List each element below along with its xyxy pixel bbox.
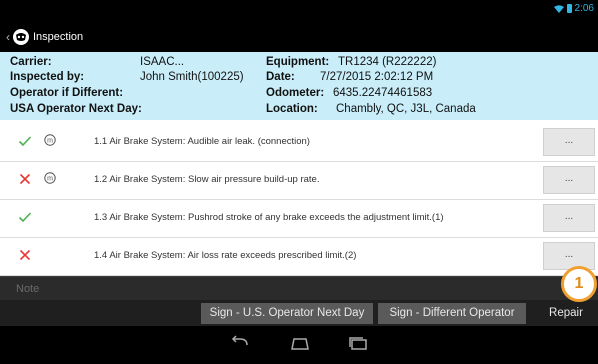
action-bar[interactable]: ‹ Inspection [0, 22, 598, 52]
note-placeholder: Note [16, 283, 40, 295]
step-number-badge: 1 [561, 266, 597, 302]
location-label: Location: [266, 103, 318, 115]
major-defect-icon: m [44, 134, 56, 146]
equipment-value: TR1234 (R222222) [338, 56, 437, 68]
item-description: 1.2 Air Brake System: Slow air pressure … [94, 174, 320, 185]
equipment-label: Equipment: [266, 56, 330, 68]
note-field[interactable]: Note [0, 276, 598, 301]
check-icon [18, 136, 32, 147]
svg-text:m: m [47, 176, 53, 183]
date-value: 7/27/2015 2:02:12 PM [320, 71, 434, 83]
inspection-info-panel: Carrier: ISAAC... Inspected by: John Smi… [0, 52, 598, 120]
battery-icon [566, 4, 572, 13]
odometer-value: 6435.22474461583 [333, 87, 433, 99]
app-screen: 2:06 ‹ Inspection Carrier: ISAAC... Insp… [0, 0, 598, 364]
list-item[interactable]: 1.3 Air Brake System: Pushrod stroke of … [0, 200, 598, 238]
list-item[interactable]: m 1.1 Air Brake System: Audible air leak… [0, 124, 598, 162]
carrier-value: ISAAC... [140, 56, 185, 68]
home-icon[interactable] [289, 335, 311, 351]
action-buttons-bar: Sign - U.S. Operator Next Day Sign - Dif… [0, 300, 598, 326]
wifi-icon [553, 4, 564, 13]
item-more-button[interactable]: ... [543, 242, 595, 270]
recent-apps-icon[interactable] [347, 335, 369, 351]
item-description: 1.1 Air Brake System: Audible air leak. … [94, 136, 310, 147]
x-icon [19, 173, 31, 185]
item-more-button[interactable]: ... [543, 128, 595, 156]
item-description: 1.3 Air Brake System: Pushrod stroke of … [94, 212, 444, 223]
x-icon [19, 249, 31, 261]
usa-operator-label: USA Operator Next Day: [10, 103, 142, 115]
back-icon[interactable] [229, 335, 251, 351]
svg-text:m: m [47, 138, 53, 145]
page-title: Inspection [33, 31, 84, 43]
app-logo-icon[interactable] [12, 28, 30, 46]
date-label: Date: [266, 71, 295, 83]
sign-next-day-button[interactable]: Sign - U.S. Operator Next Day [201, 303, 373, 324]
back-caret-icon[interactable]: ‹ [6, 30, 10, 44]
list-item[interactable]: m 1.2 Air Brake System: Slow air pressur… [0, 162, 598, 200]
repair-button[interactable]: Repair [534, 303, 598, 324]
inspected-by-value: John Smith(100225) [140, 71, 244, 83]
carrier-label: Carrier: [10, 56, 52, 68]
status-icons: 2:06 [553, 3, 594, 14]
item-more-button[interactable]: ... [543, 166, 595, 194]
operator-different-label: Operator if Different: [10, 87, 124, 99]
status-bar: 2:06 [0, 0, 598, 22]
system-nav-bar [0, 326, 598, 364]
item-description: 1.4 Air Brake System: Air loss rate exce… [94, 250, 357, 261]
inspection-items-list[interactable]: m 1.1 Air Brake System: Audible air leak… [0, 124, 598, 276]
inspected-by-label: Inspected by: [10, 71, 85, 83]
status-time: 2:06 [574, 3, 594, 14]
odometer-label: Odometer: [266, 87, 325, 99]
item-more-button[interactable]: ... [543, 204, 595, 232]
major-defect-icon: m [44, 172, 56, 184]
sign-different-operator-button[interactable]: Sign - Different Operator [378, 303, 526, 324]
location-value: Chambly, QC, J3L, Canada [336, 103, 476, 115]
list-item[interactable]: 1.4 Air Brake System: Air loss rate exce… [0, 238, 598, 276]
check-icon [18, 212, 32, 223]
